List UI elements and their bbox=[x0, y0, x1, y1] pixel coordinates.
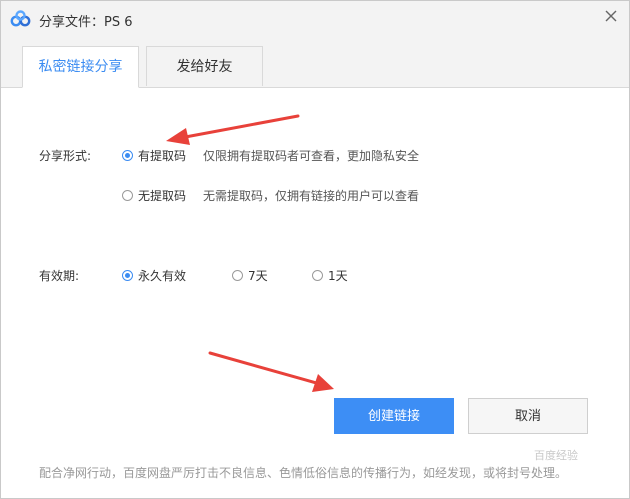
radio-1-day[interactable] bbox=[312, 270, 323, 281]
radio-7-days[interactable] bbox=[232, 270, 243, 281]
option-with-code-label: 有提取码 bbox=[138, 149, 187, 163]
share-dialog: 分享文件：PS 6 私密链接分享 发给好友 分享形式: 有提取码 仅限拥有提取码… bbox=[0, 0, 630, 499]
option-with-code[interactable]: 有提取码 bbox=[122, 147, 186, 164]
tab-send-to-friend[interactable]: 发给好友 bbox=[146, 46, 263, 86]
create-link-button[interactable]: 创建链接 bbox=[334, 398, 454, 434]
validity-option-permanent-label: 永久有效 bbox=[138, 269, 187, 283]
tab-bar: 私密链接分享 发给好友 bbox=[1, 37, 629, 88]
cancel-button[interactable]: 取消 bbox=[468, 398, 588, 434]
validity-option-1-day[interactable]: 1天 bbox=[312, 267, 348, 284]
radio-without-code[interactable] bbox=[122, 190, 133, 201]
option-with-code-description: 仅限拥有提取码者可查看，更加隐私安全 bbox=[203, 149, 420, 163]
validity-option-permanent[interactable]: 永久有效 bbox=[122, 267, 186, 284]
baidu-netdisk-logo-icon bbox=[10, 10, 32, 28]
option-without-code-description: 无需提取码，仅拥有链接的用户可以查看 bbox=[203, 189, 420, 203]
radio-with-code[interactable] bbox=[122, 150, 133, 161]
option-without-code-label: 无提取码 bbox=[138, 189, 187, 203]
validity-option-1-day-label: 1天 bbox=[328, 269, 348, 283]
footer-notice: 配合净网行动，百度网盘严厉打击不良信息、色情低俗信息的传播行为，如经发现，或将封… bbox=[39, 466, 568, 480]
option-without-code[interactable]: 无提取码 bbox=[122, 187, 186, 204]
close-icon[interactable] bbox=[599, 4, 623, 28]
validity-label: 有效期: bbox=[39, 269, 80, 283]
validity-option-7-days-label: 7天 bbox=[248, 269, 268, 283]
watermark: 百度经验 bbox=[534, 449, 578, 462]
validity-option-7-days[interactable]: 7天 bbox=[232, 267, 268, 284]
dialog-title: 分享文件：PS 6 bbox=[39, 15, 133, 30]
radio-permanent[interactable] bbox=[122, 270, 133, 281]
share-form-label: 分享形式: bbox=[39, 149, 92, 163]
tab-private-link[interactable]: 私密链接分享 bbox=[22, 46, 139, 88]
title-bar: 分享文件：PS 6 bbox=[1, 1, 629, 37]
